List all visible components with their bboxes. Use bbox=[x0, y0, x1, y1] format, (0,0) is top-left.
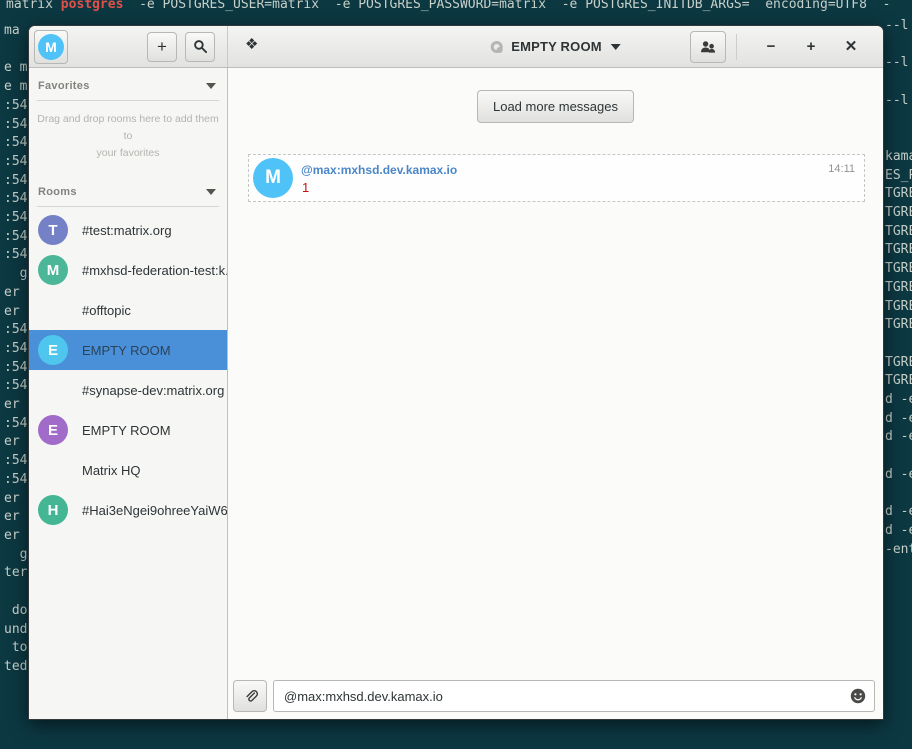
close-button[interactable]: ✕ bbox=[831, 26, 871, 68]
favorites-section-header[interactable]: Favorites bbox=[29, 75, 227, 97]
app-window: M + ❖ EMPTY ROOM − + ✕ bbox=[28, 25, 884, 720]
header-bar: M + ❖ EMPTY ROOM − + ✕ bbox=[29, 26, 883, 68]
message-avatar: M bbox=[253, 158, 293, 198]
maximize-button[interactable]: + bbox=[791, 26, 831, 68]
message-row: M @max:mxhsd.dev.kamax.io 1 14:11 bbox=[248, 154, 865, 202]
room-avatar: M bbox=[38, 255, 68, 285]
minimize-button[interactable]: − bbox=[751, 26, 791, 68]
divider bbox=[37, 100, 219, 101]
message-pane: Load more messages M @max:mxhsd.dev.kama… bbox=[228, 68, 883, 719]
room-list-item[interactable]: #synapse-dev:matrix.org bbox=[29, 370, 227, 410]
room-name: #Hai3eNgei9ohreeYaiW6f... bbox=[82, 503, 228, 518]
composer-bar bbox=[228, 680, 883, 719]
rooms-label: Rooms bbox=[38, 186, 206, 198]
app-icon: ❖ bbox=[245, 37, 258, 52]
room-list-item[interactable]: M #mxhsd-federation-test:k... bbox=[29, 250, 227, 290]
header-window-controls: − + ✕ bbox=[690, 26, 883, 67]
room-avatar-empty bbox=[38, 455, 68, 485]
room-avatar-empty bbox=[38, 295, 68, 325]
room-avatar-placeholder-icon bbox=[490, 41, 502, 53]
room-list-item[interactable]: E EMPTY ROOM bbox=[29, 330, 227, 370]
room-list-item[interactable]: #offtopic bbox=[29, 290, 227, 330]
user-account-button[interactable]: M bbox=[34, 30, 68, 64]
divider bbox=[37, 206, 219, 207]
favorites-collapse-icon bbox=[206, 83, 216, 94]
header-sidebar-section: M + bbox=[29, 26, 228, 67]
room-avatar: E bbox=[38, 335, 68, 365]
room-avatar: T bbox=[38, 215, 68, 245]
sidebar: Favorites Drag and drop rooms here to ad… bbox=[29, 68, 228, 719]
attach-file-button[interactable] bbox=[233, 680, 267, 712]
rooms-list: T #test:matrix.org M #mxhsd-federation-test… bbox=[29, 210, 227, 530]
members-icon bbox=[700, 39, 717, 55]
terminal-command-line: matrix postgres -e POSTGRES_USER=matrix … bbox=[6, 0, 890, 15]
room-avatar: E bbox=[38, 415, 68, 445]
room-title-dropdown[interactable]: EMPTY ROOM bbox=[490, 26, 621, 67]
room-avatar: H bbox=[38, 495, 68, 525]
rooms-section-header[interactable]: Rooms bbox=[29, 181, 227, 203]
emoji-picker-icon[interactable] bbox=[850, 688, 866, 704]
room-members-button[interactable] bbox=[690, 31, 726, 63]
room-name: #synapse-dev:matrix.org bbox=[82, 383, 224, 398]
message-body: 1 bbox=[302, 180, 309, 195]
header-room-section: ❖ EMPTY ROOM − + ✕ bbox=[228, 26, 883, 67]
room-list-item[interactable]: T #test:matrix.org bbox=[29, 210, 227, 250]
favorites-label: Favorites bbox=[38, 80, 206, 92]
favorites-hint: Drag and drop rooms here to add them to … bbox=[29, 104, 227, 170]
room-list-item[interactable]: E EMPTY ROOM bbox=[29, 410, 227, 450]
room-title: EMPTY ROOM bbox=[511, 39, 602, 54]
room-name: EMPTY ROOM bbox=[82, 423, 171, 438]
room-list-item[interactable]: H #Hai3eNgei9ohreeYaiW6f... bbox=[29, 490, 227, 530]
room-name: #offtopic bbox=[82, 303, 131, 318]
room-name: EMPTY ROOM bbox=[82, 343, 171, 358]
message-sender: @max:mxhsd.dev.kamax.io bbox=[301, 163, 457, 177]
room-name: #mxhsd-federation-test:k... bbox=[82, 263, 228, 278]
room-avatar-empty bbox=[38, 375, 68, 405]
rooms-collapse-icon bbox=[206, 189, 216, 200]
search-button[interactable] bbox=[185, 32, 215, 62]
search-icon bbox=[193, 39, 208, 54]
plus-icon: + bbox=[157, 37, 167, 57]
room-name: Matrix HQ bbox=[82, 463, 141, 478]
message-input[interactable] bbox=[273, 680, 875, 712]
room-list-item[interactable]: Matrix HQ bbox=[29, 450, 227, 490]
room-name: #test:matrix.org bbox=[82, 223, 172, 238]
user-avatar: M bbox=[38, 34, 64, 60]
paperclip-icon bbox=[243, 689, 258, 704]
terminal-output-right: --l --l --l kama ES_P TGRE TGRE TGRE TGR… bbox=[885, 17, 912, 559]
terminal-command-highlight: postgres bbox=[61, 0, 124, 12]
chevron-down-icon bbox=[611, 44, 621, 55]
load-more-messages-button[interactable]: Load more messages bbox=[477, 90, 634, 123]
message-timestamp: 14:11 bbox=[828, 163, 855, 175]
new-room-button[interactable]: + bbox=[147, 32, 177, 62]
header-separator bbox=[736, 34, 737, 60]
